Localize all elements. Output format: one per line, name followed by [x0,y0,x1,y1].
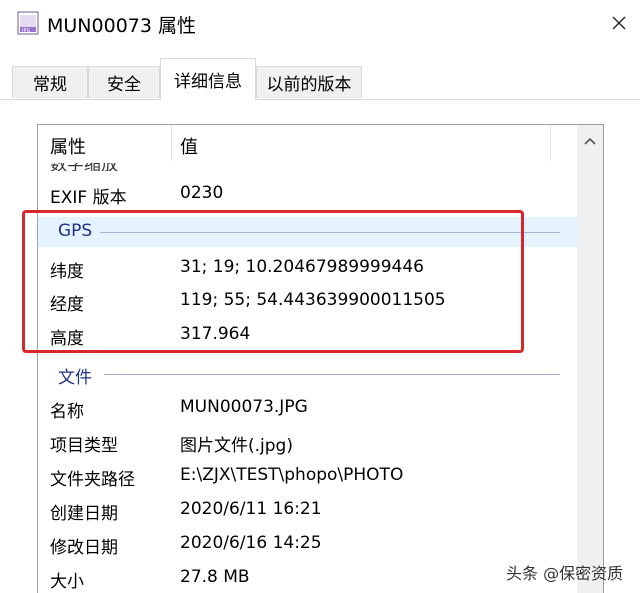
list-row[interactable]: 纬度 31; 19; 10.20467989999446 [38,251,578,285]
watermark: 头条 @保密资质 [506,564,624,583]
group-header-gps[interactable]: GPS [38,217,578,247]
list-row[interactable]: 高度 317.964 [38,318,578,352]
property-value: 图片文件(.jpg) [180,436,293,456]
group-divider [100,232,560,233]
tab-label: 以前的版本 [266,75,352,95]
list-row[interactable]: 名称 MUN00073.JPG [38,391,578,425]
property-value: 31; 19; 10.20467989999446 [180,257,424,277]
close-icon [612,16,626,30]
property-list[interactable]: 属性 值 数字缩放 - EXIF 版本 0230 GPS 纬度 31; 19; … [37,124,604,593]
vertical-scrollbar[interactable] [577,125,603,593]
tab-label: 常规 [33,75,67,95]
property-value: MUN00073.JPG [180,397,308,417]
list-row[interactable]: EXIF 版本 0230 [38,177,578,211]
group-label: 文件 [58,368,92,388]
property-name: 经度 [50,295,84,315]
property-value: E:\ZJX\TEST\phopo\PHOTO [180,465,404,485]
list-row-clipped[interactable]: 数字缩放 - [50,163,550,171]
list-row[interactable]: 经度 119; 55; 54.443639900011505 [38,284,578,318]
property-name: 文件夹路径 [50,470,135,490]
list-row[interactable]: 创建日期 2020/6/11 16:21 [38,493,578,527]
property-name: 纬度 [50,262,84,282]
scroll-up-button[interactable] [577,131,603,151]
property-name: 项目类型 [50,436,118,456]
property-name: 名称 [50,402,84,422]
tab-general[interactable]: 常规 [12,66,88,98]
tab-strip: 常规 安全 详细信息 以前的版本 [0,58,640,100]
property-name: 大小 [50,572,84,592]
window-title: MUN00073 属性 [47,15,196,37]
column-header-value[interactable]: 值 [180,133,198,159]
svg-text:JPG: JPG [21,28,30,34]
tab-security[interactable]: 安全 [88,66,160,98]
property-value: - [180,163,186,170]
group-label: GPS [58,221,93,241]
property-name: 修改日期 [50,538,118,558]
property-value: 2020/6/11 16:21 [180,499,322,519]
property-name: EXIF 版本 [50,188,127,208]
tab-label: 安全 [107,75,141,95]
property-name: 数字缩放 [50,163,118,171]
tab-details[interactable]: 详细信息 [160,58,256,100]
property-name: 高度 [50,329,84,349]
column-divider[interactable] [550,125,551,161]
tab-label: 详细信息 [174,72,242,92]
chevron-up-icon [584,137,596,145]
property-name: 创建日期 [50,504,118,524]
title-bar: JPG MUN00073 属性 [0,0,640,46]
list-row[interactable]: 修改日期 2020/6/16 14:25 [38,527,578,561]
tab-previous-versions[interactable]: 以前的版本 [256,66,362,98]
group-divider [104,374,560,375]
column-header: 属性 值 [38,125,578,163]
column-divider[interactable] [171,125,172,161]
image-file-icon: JPG [15,10,41,36]
list-row[interactable]: 文件夹路径 E:\ZJX\TEST\phopo\PHOTO [38,459,578,493]
group-header-file[interactable]: 文件 [38,359,578,389]
column-header-name[interactable]: 属性 [50,133,86,159]
property-value: 27.8 MB [180,567,250,587]
property-value: 2020/6/16 14:25 [180,533,322,553]
tab-divider [0,99,640,100]
property-value: 317.964 [180,324,251,344]
property-value: 0230 [180,183,224,203]
list-row[interactable]: 项目类型 图片文件(.jpg) [38,425,578,459]
list-row[interactable]: 大小 27.8 MB [38,561,578,593]
property-value: 119; 55; 54.443639900011505 [180,290,446,310]
close-button[interactable] [604,6,634,40]
